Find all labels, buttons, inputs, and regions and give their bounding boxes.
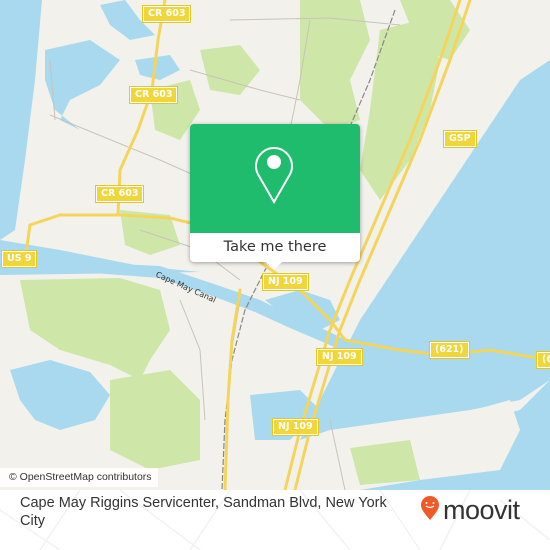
road-label-cr603: CR 603: [141, 5, 192, 23]
location-popup: Take me there: [190, 124, 360, 270]
moovit-logo[interactable]: moovit: [420, 494, 520, 526]
road-label-gsp: GSP: [443, 130, 477, 148]
road-label-us9: US 9: [0, 250, 38, 268]
moovit-wordmark: moovit: [443, 494, 520, 525]
popup-header: [190, 124, 360, 233]
road-label-cr603: CR 603: [128, 86, 179, 104]
road-label-cr621: (621): [429, 341, 470, 359]
take-me-there-button[interactable]: Take me there: [190, 233, 360, 262]
address-text: Cape May Riggins Servicenter, Sandman Bl…: [20, 495, 387, 529]
map-attribution[interactable]: © OpenStreetMap contributors: [0, 468, 158, 487]
road-label-cr603: CR 603: [94, 185, 145, 203]
map[interactable]: CR 603 CR 603 CR 603 US 9 GSP NJ 109 NJ …: [0, 0, 550, 490]
road-label-nj109: NJ 109: [272, 418, 319, 436]
road-label-edge: (6: [536, 351, 550, 369]
moovit-pin-icon: [420, 495, 440, 525]
road-label-nj109: NJ 109: [262, 273, 309, 291]
road-label-nj109: NJ 109: [316, 348, 363, 366]
popup-pointer: [266, 262, 282, 270]
footer: Cape May Riggins Servicenter, Sandman Bl…: [0, 490, 550, 550]
